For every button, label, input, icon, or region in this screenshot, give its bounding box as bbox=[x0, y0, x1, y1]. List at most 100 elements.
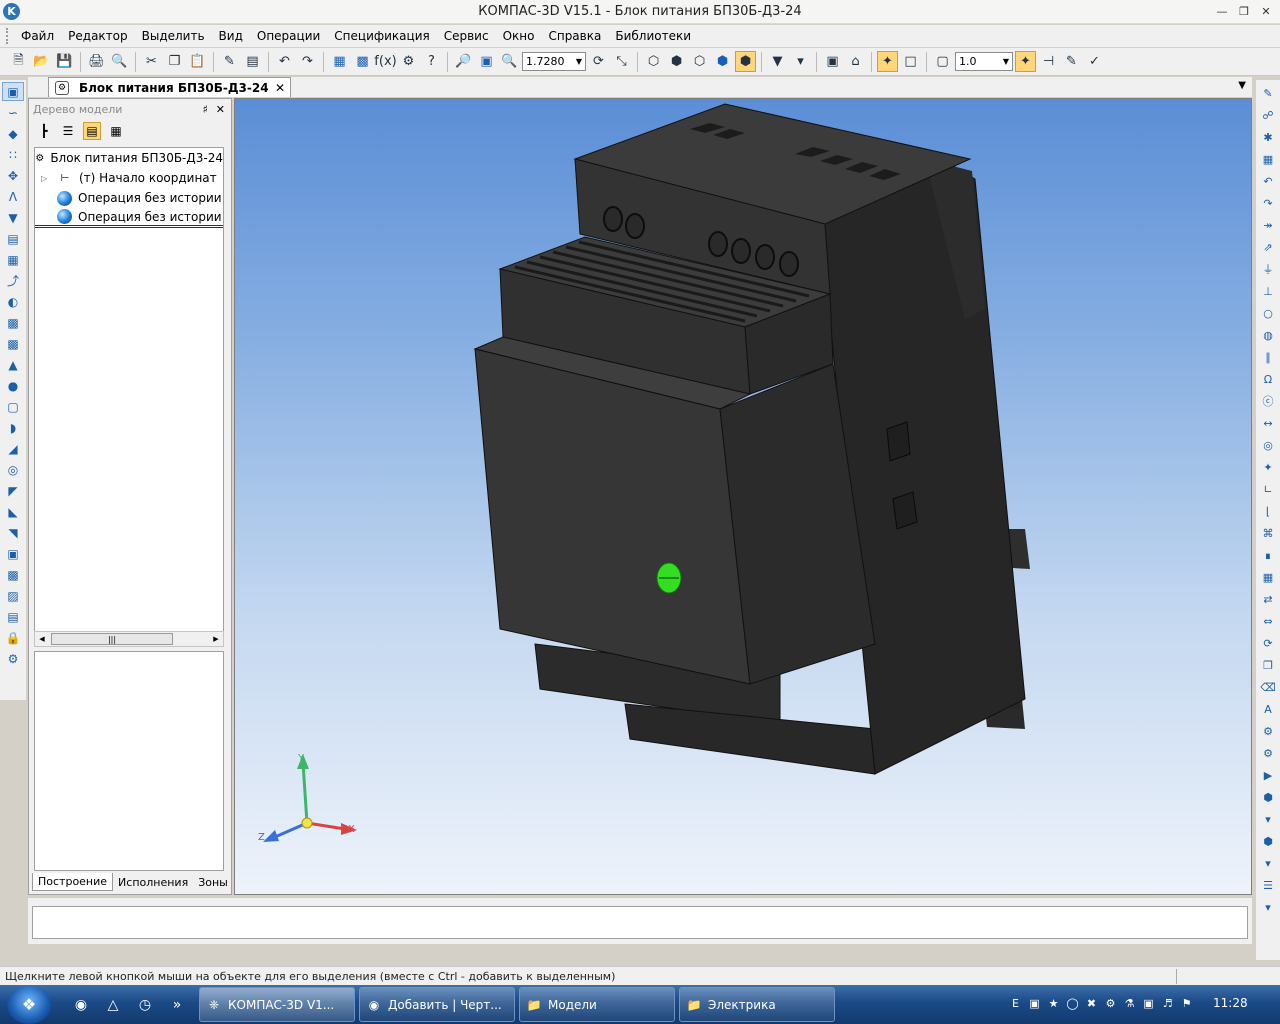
filter-icon[interactable]: ▼ bbox=[767, 51, 788, 72]
point-icon[interactable]: ✦ bbox=[1258, 458, 1278, 476]
fillet-icon[interactable]: ◗ bbox=[2, 418, 24, 437]
curve-icon[interactable]: Λ bbox=[2, 187, 24, 206]
tree-horizontal-scrollbar[interactable]: ◀ ||| ▶ bbox=[34, 631, 224, 647]
thin-hidden-lines-icon[interactable]: ⬡ bbox=[689, 51, 710, 72]
tab-executions[interactable]: Исполнения bbox=[113, 873, 193, 891]
close-tab-icon[interactable]: ✕ bbox=[275, 81, 285, 95]
merge-icon[interactable]: ⌘ bbox=[1258, 524, 1278, 542]
spec-icon[interactable]: ▤ bbox=[2, 229, 24, 248]
new-document-icon[interactable]: 🗎 bbox=[8, 51, 29, 72]
document-tab[interactable]: ⚙ Блок питания БП30Б-Д3-24 ✕ bbox=[48, 77, 291, 97]
grid-circle-icon[interactable]: ◍ bbox=[1258, 326, 1278, 344]
sheet-metal-icon[interactable]: ▤ bbox=[2, 607, 24, 626]
hole-icon[interactable]: ◎ bbox=[2, 460, 24, 479]
kompas-app-icon[interactable]: K bbox=[3, 3, 20, 20]
local-cs-icon[interactable]: ⊣ bbox=[1038, 51, 1059, 72]
manager-icon[interactable]: ▦ bbox=[329, 51, 350, 72]
refresh-icon[interactable]: ⟳ bbox=[1258, 634, 1278, 652]
assembly-tools-icon[interactable]: ⚙ bbox=[2, 649, 24, 668]
save-icon[interactable]: 💾 bbox=[54, 51, 75, 72]
tree-display-icon[interactable]: ▦ bbox=[107, 122, 125, 140]
expand-icon[interactable]: ▷ bbox=[41, 174, 51, 183]
scale-icon[interactable]: ⇗ bbox=[1258, 238, 1278, 256]
shaded-edges-icon[interactable]: ⬢ bbox=[735, 51, 756, 72]
tray-app-icon[interactable]: ▣ bbox=[1027, 995, 1042, 1011]
scale-combo[interactable]: 1.0 ▼ bbox=[955, 52, 1013, 71]
tree-view-mode-icon[interactable]: ☰ bbox=[59, 122, 77, 140]
menu-help[interactable]: Справка bbox=[541, 29, 608, 43]
quick-launch-more-icon[interactable]: » bbox=[167, 995, 187, 1015]
collapse-icon[interactable]: ▶ bbox=[1258, 766, 1278, 784]
view-cube-icon[interactable]: ⬢ bbox=[1258, 788, 1278, 806]
thread-icon[interactable]: ▣ bbox=[2, 544, 24, 563]
array-icon[interactable]: ▦ bbox=[1258, 568, 1278, 586]
taskbar-clock[interactable]: 11:28 bbox=[1213, 996, 1248, 1010]
network-icon[interactable]: ▣ bbox=[1141, 995, 1156, 1011]
symmetry-icon[interactable]: ⇔ bbox=[1258, 612, 1278, 630]
menu-editor[interactable]: Редактор bbox=[61, 29, 134, 43]
menu-grip[interactable] bbox=[6, 28, 10, 44]
scroll-left-icon[interactable]: ◀ bbox=[35, 635, 49, 643]
print-preview-icon[interactable]: 🔍 bbox=[109, 51, 130, 72]
start-button[interactable]: ❖ bbox=[7, 985, 51, 1024]
menu-service[interactable]: Сервис bbox=[437, 29, 496, 43]
library-manager-icon[interactable]: ▩ bbox=[352, 51, 373, 72]
ground-icon[interactable]: ⏚ bbox=[1258, 260, 1278, 278]
perpendicular-icon[interactable]: ⊥ bbox=[1258, 282, 1278, 300]
wireframe-icon[interactable]: ⬡ bbox=[643, 51, 664, 72]
language-indicator[interactable]: E bbox=[1008, 995, 1023, 1011]
tree-item-origin[interactable]: ▷ ⊢ (т) Начало координат bbox=[35, 168, 223, 188]
variables-icon[interactable]: f(x) bbox=[374, 51, 396, 72]
align-icon[interactable]: ⌊ bbox=[1258, 502, 1278, 520]
points-icon[interactable]: ∷ bbox=[2, 145, 24, 164]
lock-icon[interactable]: 🔒 bbox=[2, 628, 24, 647]
scroll-more-icon[interactable]: ▾ bbox=[1258, 898, 1278, 916]
menu-file[interactable]: Файл bbox=[14, 29, 61, 43]
chrome-icon[interactable]: ◉ bbox=[71, 995, 91, 1015]
print-icon[interactable]: 🖨 bbox=[86, 51, 107, 72]
measure-icon[interactable]: ⚙ bbox=[398, 51, 419, 72]
orientation-icon[interactable]: ⤡ bbox=[611, 51, 632, 72]
menu-select[interactable]: Выделить bbox=[135, 29, 212, 43]
layers-icon[interactable]: ☰ bbox=[1258, 876, 1278, 894]
shaded-icon[interactable]: ⬢ bbox=[712, 51, 733, 72]
loft-icon[interactable]: ● bbox=[2, 376, 24, 395]
measure-distance-icon[interactable]: ⚙ bbox=[1258, 744, 1278, 762]
open-file-icon[interactable]: 📂 bbox=[31, 51, 52, 72]
plane-icon[interactable]: ◆ bbox=[2, 124, 24, 143]
solid-icon[interactable]: ⬢ bbox=[1258, 832, 1278, 850]
minimize-icon[interactable]: — bbox=[1214, 4, 1230, 19]
home-view-icon[interactable]: ⌂ bbox=[845, 51, 866, 72]
circle-icon[interactable]: ○ bbox=[1258, 304, 1278, 322]
axis-icon[interactable]: ✥ bbox=[2, 166, 24, 185]
section-cut-icon[interactable]: ◥ bbox=[2, 523, 24, 542]
chamfer-icon[interactable]: ◢ bbox=[2, 439, 24, 458]
geometry-icon[interactable]: ∽ bbox=[2, 103, 24, 122]
tree-item-root[interactable]: ⚙ Блок питания БП30Б-Д3-24 bbox=[35, 148, 223, 168]
flag-icon[interactable]: ⚑ bbox=[1179, 995, 1194, 1011]
delete-object-icon[interactable]: ⌫ bbox=[1258, 678, 1278, 696]
power-supply-model[interactable] bbox=[235, 99, 1252, 895]
concentric-icon[interactable]: ◎ bbox=[1258, 436, 1278, 454]
task-folder-electrics[interactable]: 📁 Электрика bbox=[679, 987, 835, 1022]
task-folder-models[interactable]: 📁 Модели bbox=[519, 987, 675, 1022]
autocad-icon[interactable]: △ bbox=[103, 995, 123, 1015]
parallel-icon[interactable]: ∥ bbox=[1258, 348, 1278, 366]
sketch-link-icon[interactable]: ☍ bbox=[1258, 106, 1278, 124]
task-chrome[interactable]: ◉ Добавить | Черт... bbox=[359, 987, 515, 1022]
horizontal-icon[interactable]: ∎ bbox=[1258, 546, 1278, 564]
section-icon[interactable]: □ bbox=[900, 51, 921, 72]
tray-gear-icon[interactable]: ⚙ bbox=[1103, 995, 1118, 1011]
copy-object-icon[interactable]: ❐ bbox=[1258, 656, 1278, 674]
undo-icon[interactable]: ↶ bbox=[274, 51, 295, 72]
bearing-icon[interactable]: ⚙ bbox=[1258, 722, 1278, 740]
distance-icon[interactable]: ⇄ bbox=[1258, 590, 1278, 608]
snap-icon[interactable]: ▢ bbox=[932, 51, 953, 72]
help-pointer-icon[interactable]: ? bbox=[421, 51, 442, 72]
filter-geometry-icon[interactable]: ▼ bbox=[2, 208, 24, 227]
clock-app-icon[interactable]: ◷ bbox=[135, 995, 155, 1015]
tray-x-icon[interactable]: ✖ bbox=[1084, 995, 1099, 1011]
dimensions-icon[interactable]: ⤴ bbox=[2, 271, 24, 290]
properties-icon[interactable]: ▤ bbox=[242, 51, 263, 72]
tab-zones[interactable]: Зоны bbox=[193, 873, 233, 891]
